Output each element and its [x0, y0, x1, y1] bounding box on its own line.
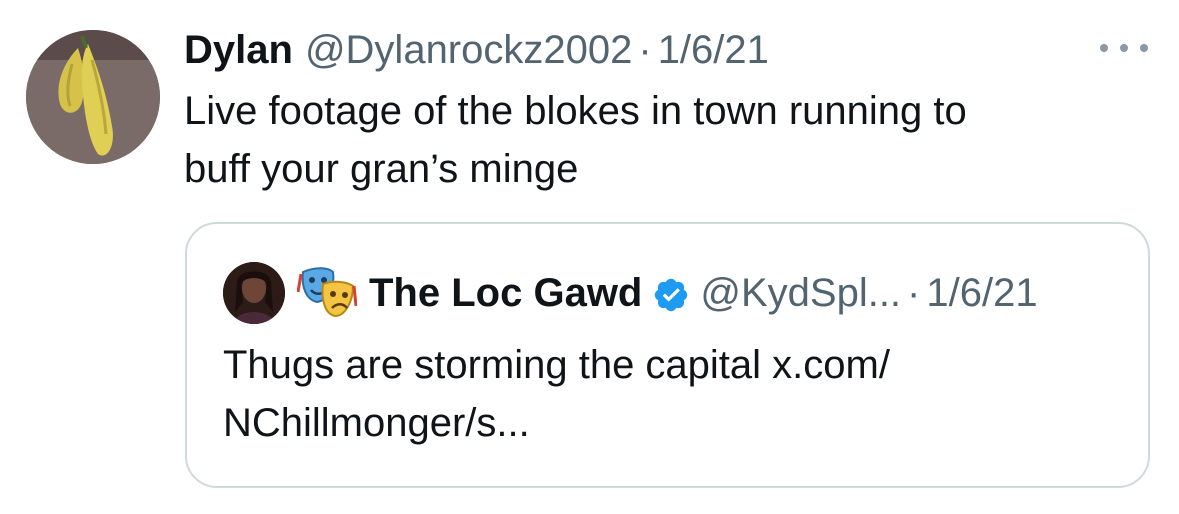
more-dot: [1140, 44, 1148, 52]
separator-dot: ·: [907, 271, 921, 315]
author-display-name[interactable]: Dylan: [184, 24, 293, 76]
tweet-text: Live footage of the blokes in town runni…: [184, 82, 1104, 198]
tweet[interactable]: Dylan @Dylanrockz2002 · 1/6/21 Live foot…: [0, 0, 1179, 514]
avatar-image: [26, 30, 160, 164]
separator-dot: ·: [638, 28, 652, 72]
author-avatar[interactable]: [26, 30, 160, 164]
more-options-icon[interactable]: [1100, 30, 1148, 66]
more-dot: [1100, 44, 1108, 52]
quoted-text-line: Thugs are storming the capital x.com/: [223, 343, 890, 387]
quoted-avatar-image: [223, 262, 285, 324]
quoted-author-handle[interactable]: @KydSpl...: [700, 266, 901, 320]
tweet-header: Dylan @Dylanrockz2002 · 1/6/21: [184, 24, 769, 76]
quoted-tweet-date[interactable]: 1/6/21: [926, 266, 1037, 320]
tweet-date[interactable]: 1/6/21: [658, 24, 769, 76]
author-handle[interactable]: @Dylanrockz2002: [305, 24, 632, 76]
quoted-tweet-text: Thugs are storming the capital x.com/ NC…: [223, 336, 1103, 452]
quoted-tweet-card[interactable]: The Loc Gawd @KydSpl... · 1/6/21 Thugs a…: [185, 222, 1150, 488]
quoted-text-line[interactable]: NChillmonger/s...: [223, 394, 1103, 452]
tweet-text-line: Live footage of the blokes in town runni…: [184, 89, 967, 133]
more-dot: [1120, 44, 1128, 52]
quoted-author-display-name[interactable]: The Loc Gawd: [369, 266, 642, 320]
quoted-author-avatar[interactable]: [223, 262, 285, 324]
quoted-tweet-header: The Loc Gawd @KydSpl... · 1/6/21: [369, 266, 1038, 320]
verified-badge-icon: [652, 274, 690, 312]
tweet-text-line: buff your gran’s minge: [184, 147, 579, 191]
performing-arts-masks-icon: [296, 262, 358, 322]
